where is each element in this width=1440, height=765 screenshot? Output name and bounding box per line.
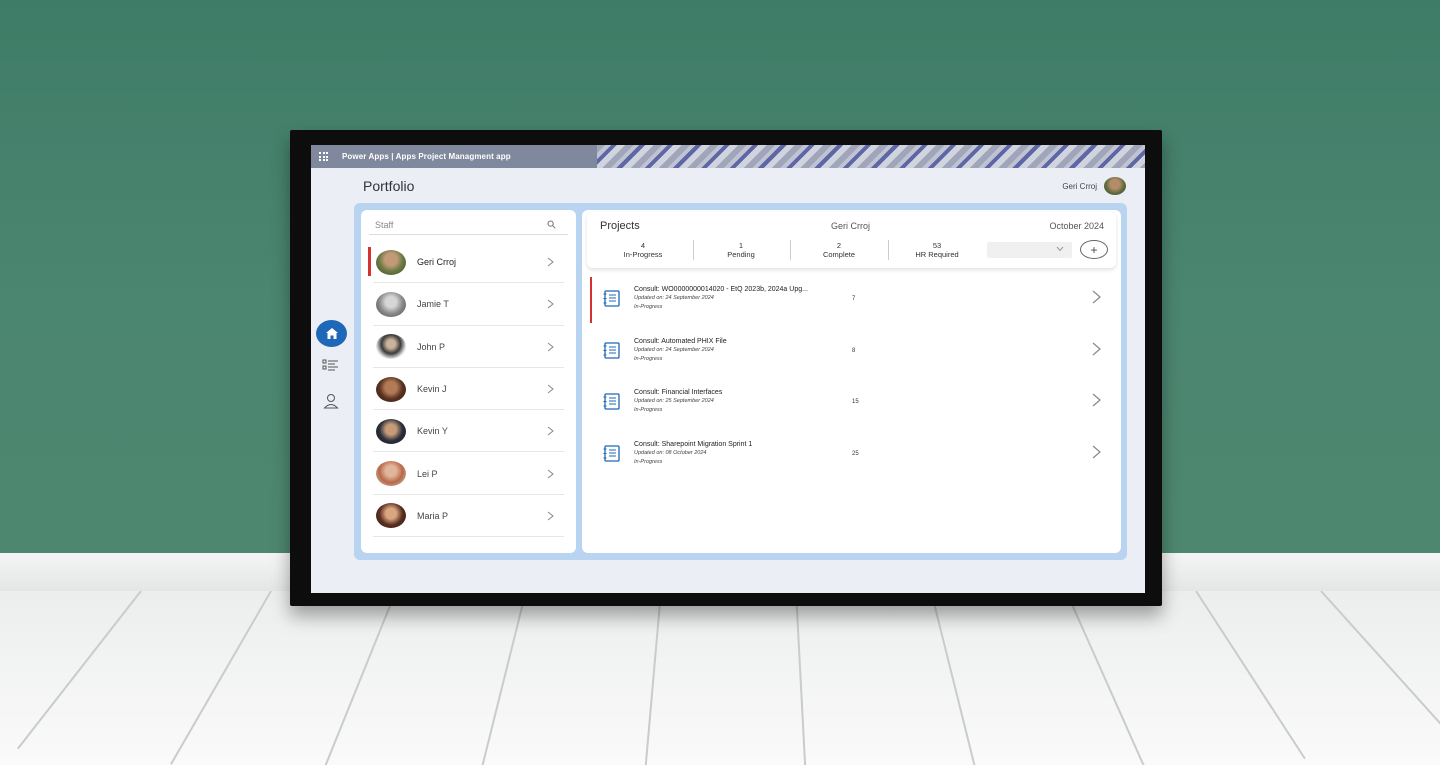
- header-banner-image: [597, 145, 1145, 168]
- app-title: Power Apps | Apps Project Managment app: [342, 152, 511, 161]
- current-user-avatar[interactable]: [1104, 177, 1126, 195]
- selection-indicator: [368, 247, 371, 276]
- chevron-right-icon: [547, 257, 554, 267]
- projects-panel: Projects Geri Crroj October 2024 4 In-Pr…: [582, 210, 1121, 553]
- staff-name: Maria P: [417, 510, 449, 521]
- projects-user-name: Geri Crroj: [831, 221, 871, 231]
- staff-name: Kevin Y: [417, 426, 448, 437]
- staff-list-item[interactable]: Lei P: [361, 452, 576, 495]
- chevron-down-icon: [1056, 246, 1064, 252]
- add-project-button[interactable]: +: [1080, 240, 1108, 259]
- avatar: [376, 249, 406, 275]
- stat-value: 2: [836, 241, 842, 250]
- project-list-item[interactable]: Consult: Automated PHIX File Updated on:…: [582, 329, 1121, 381]
- stat-label: In-Progress: [623, 250, 663, 259]
- project-status: In-Progress: [634, 458, 663, 465]
- project-updated-date: Updated on: 24 September 2024: [634, 346, 714, 353]
- project-status: In-Progress: [634, 355, 663, 362]
- chevron-right-icon: [1092, 445, 1101, 458]
- avatar: [376, 334, 406, 360]
- chevron-right-icon: [1092, 290, 1101, 304]
- projects-summary-card: Projects Geri Crroj October 2024 4 In-Pr…: [587, 212, 1116, 268]
- avatar: [376, 503, 406, 529]
- stat-complete[interactable]: 2 Complete: [813, 241, 865, 259]
- project-count: 8: [852, 347, 856, 354]
- chevron-right-icon: [547, 511, 554, 521]
- project-name: Consult: Financial Interfaces: [634, 389, 723, 396]
- chevron-right-icon: [547, 384, 554, 394]
- page-title: Portfolio: [363, 178, 415, 194]
- project-count: 7: [852, 296, 856, 302]
- staff-list-item[interactable]: Kevin Y: [361, 410, 576, 453]
- project-list-item[interactable]: Consult: Financial Interfaces Updated on…: [582, 380, 1121, 432]
- home-icon: [325, 328, 338, 339]
- app-launcher-icon[interactable]: [319, 152, 328, 161]
- avatar: [376, 461, 406, 487]
- project-updated-date: Updated on: 24 September 2024: [634, 295, 714, 301]
- avatar: [376, 376, 406, 402]
- staff-list-item[interactable]: Kevin J: [361, 368, 576, 411]
- staff-name: Lei P: [417, 468, 438, 479]
- stat-label: Pending: [727, 250, 755, 259]
- notebook-icon: [603, 290, 620, 307]
- stat-label: Complete: [822, 250, 856, 259]
- chevron-right-icon: [547, 300, 554, 309]
- project-updated-date: Updated on: 08 October 2024: [634, 449, 707, 456]
- search-icon: [547, 220, 556, 229]
- nav-home-button[interactable]: [316, 320, 347, 347]
- project-status: In-Progress: [634, 407, 663, 413]
- current-user-name: Geri Crroj: [1062, 182, 1097, 191]
- staff-search-input[interactable]: Staff: [369, 215, 568, 235]
- title-bar: Power Apps | Apps Project Managment app: [311, 145, 1145, 168]
- staff-name: Kevin J: [417, 384, 447, 395]
- person-icon[interactable]: [321, 393, 341, 409]
- project-name: Consult: WO0000000014020 - EtQ 2023b, 20…: [634, 286, 808, 293]
- stat-value: 1: [738, 241, 744, 250]
- staff-list-item[interactable]: John P: [361, 326, 576, 368]
- filter-dropdown[interactable]: [987, 242, 1072, 258]
- chevron-right-icon: [547, 342, 554, 352]
- staff-list-item[interactable]: Maria P: [361, 495, 576, 538]
- stat-hr-required[interactable]: 53 HR Required: [905, 241, 969, 259]
- avatar: [376, 291, 406, 317]
- staff-name: Jamie T: [417, 299, 449, 310]
- stat-label: HR Required: [915, 250, 959, 259]
- app-screen: Power Apps | Apps Project Managment app …: [311, 145, 1145, 593]
- notebook-icon: [603, 444, 620, 462]
- project-status: In-Progress: [634, 304, 663, 310]
- project-updated-date: Updated on: 25 September 2024: [634, 398, 714, 404]
- staff-name: John P: [417, 341, 446, 352]
- avatar: [376, 418, 406, 444]
- projects-month: October 2024: [1049, 221, 1104, 231]
- project-list-item[interactable]: Consult: WO0000000014020 - EtQ 2023b, 20…: [582, 277, 1121, 329]
- stat-value: 4: [640, 241, 646, 250]
- floor: [0, 591, 1440, 765]
- staff-list-item[interactable]: Jamie T: [361, 283, 576, 326]
- list-icon[interactable]: [321, 357, 341, 373]
- chevron-right-icon: [547, 469, 554, 479]
- project-count: 25: [852, 450, 859, 457]
- chevron-right-icon: [547, 426, 554, 436]
- chevron-right-icon: [1092, 393, 1101, 407]
- stat-in-progress[interactable]: 4 In-Progress: [617, 241, 669, 259]
- project-list: Consult: WO0000000014020 - EtQ 2023b, 20…: [582, 277, 1121, 483]
- staff-search-placeholder: Staff: [375, 219, 394, 230]
- stat-pending[interactable]: 1 Pending: [715, 241, 767, 259]
- selection-indicator: [590, 277, 592, 323]
- notebook-icon: [603, 341, 620, 359]
- project-count: 15: [852, 399, 859, 405]
- project-list-item[interactable]: Consult: Sharepoint Migration Sprint 1 U…: [582, 432, 1121, 484]
- staff-name: Geri Crroj: [417, 257, 457, 268]
- staff-list-item[interactable]: Geri Crroj: [361, 241, 576, 284]
- notebook-icon: [603, 393, 620, 410]
- project-name: Consult: Sharepoint Migration Sprint 1: [634, 440, 753, 448]
- chevron-right-icon: [1092, 342, 1101, 355]
- project-name: Consult: Automated PHIX File: [634, 337, 727, 345]
- stat-value: 53: [932, 241, 942, 250]
- staff-panel: Staff Geri Crroj Jamie T John P Kevin J …: [361, 210, 576, 553]
- staff-list: Geri Crroj Jamie T John P Kevin J Kevin …: [361, 241, 576, 538]
- projects-title: Projects: [600, 220, 640, 232]
